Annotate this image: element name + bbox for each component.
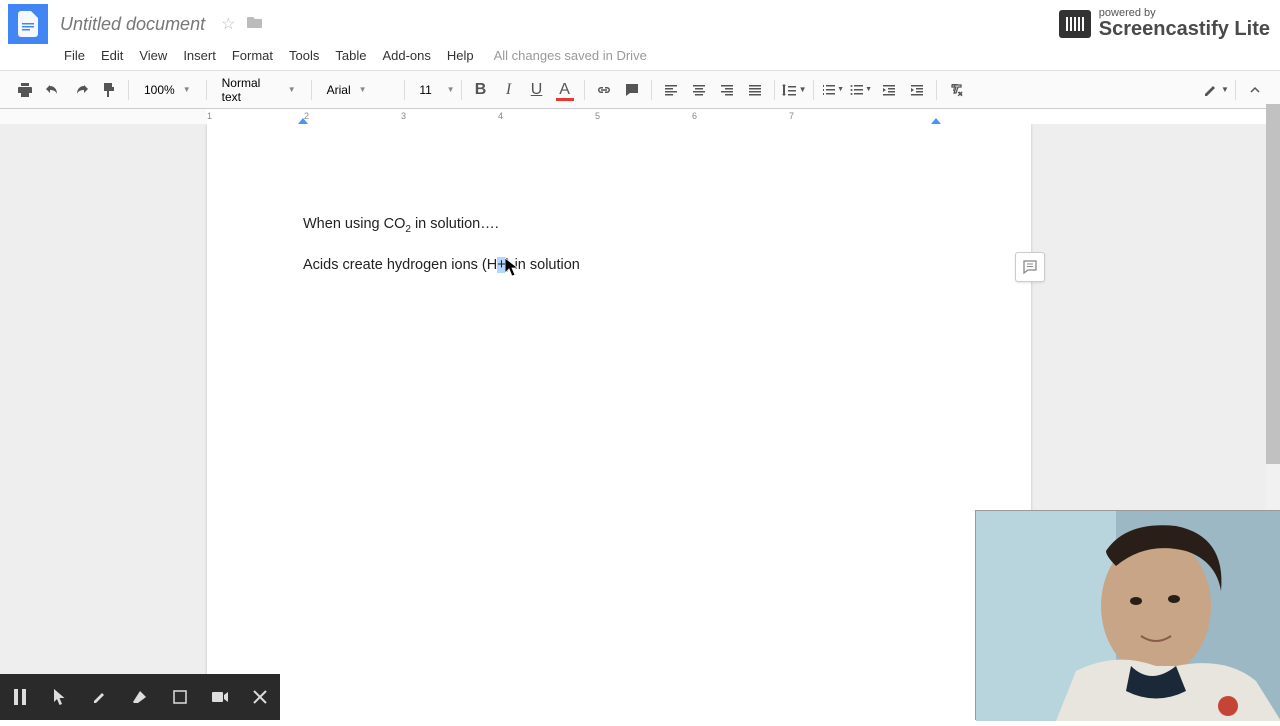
expand-toolbar-icon[interactable] xyxy=(1242,77,1268,103)
text-color-icon[interactable]: A xyxy=(552,77,578,103)
line-spacing-icon[interactable]: ▼ xyxy=(781,77,807,103)
align-center-icon[interactable] xyxy=(686,77,712,103)
folder-icon[interactable] xyxy=(247,15,263,34)
doc-line-1[interactable]: When using CO2 in solution…. xyxy=(303,214,935,237)
menu-file[interactable]: File xyxy=(56,44,93,67)
recording-toolbar xyxy=(0,674,280,720)
add-comment-button[interactable] xyxy=(1015,252,1045,282)
align-left-icon[interactable] xyxy=(658,77,684,103)
eraser-tool-icon[interactable] xyxy=(120,674,160,720)
bold-icon[interactable]: B xyxy=(468,77,494,103)
indent-icon[interactable] xyxy=(904,77,930,103)
clear-formatting-icon[interactable]: T xyxy=(943,77,969,103)
docs-logo[interactable] xyxy=(8,4,48,44)
align-justify-icon[interactable] xyxy=(742,77,768,103)
webcam-toggle-icon[interactable] xyxy=(200,674,240,720)
pause-recording-icon[interactable] xyxy=(0,674,40,720)
ruler: 1 2 3 4 5 6 7 xyxy=(0,109,1280,125)
document-title[interactable]: Untitled document xyxy=(60,14,205,35)
star-icon[interactable]: ☆ xyxy=(221,14,235,34)
close-recording-icon[interactable] xyxy=(240,674,280,720)
toolbar: 100%▼ Normal text▼ Arial▼ ▼ B I U A ▼ ▼ … xyxy=(0,71,1280,109)
underline-icon[interactable]: U xyxy=(524,77,550,103)
menu-edit[interactable]: Edit xyxy=(93,44,131,67)
numbered-list-icon[interactable]: ▼ xyxy=(820,77,846,103)
link-icon[interactable] xyxy=(591,77,617,103)
menu-insert[interactable]: Insert xyxy=(175,44,224,67)
paint-format-icon[interactable] xyxy=(96,77,122,103)
text-selection[interactable]: + xyxy=(497,257,505,273)
print-icon[interactable] xyxy=(12,77,38,103)
focus-tool-icon[interactable] xyxy=(160,674,200,720)
outdent-icon[interactable] xyxy=(876,77,902,103)
menu-format[interactable]: Format xyxy=(224,44,281,67)
doc-line-2[interactable]: Acids create hydrogen ions (H+) in solut… xyxy=(303,255,935,277)
font-size-input[interactable] xyxy=(411,82,441,98)
menu-help[interactable]: Help xyxy=(439,44,482,67)
redo-icon[interactable] xyxy=(68,77,94,103)
pen-tool-icon[interactable] xyxy=(80,674,120,720)
screencastify-watermark: powered by Screencastify Lite xyxy=(1055,6,1274,41)
bullet-list-icon[interactable]: ▼ xyxy=(848,77,874,103)
save-status: All changes saved in Drive xyxy=(494,48,647,63)
menu-table[interactable]: Table xyxy=(327,44,374,67)
menu-addons[interactable]: Add-ons xyxy=(374,44,438,67)
scrollbar-thumb[interactable] xyxy=(1266,104,1280,464)
cursor-tool-icon[interactable] xyxy=(40,674,80,720)
comment-icon[interactable] xyxy=(619,77,645,103)
zoom-select[interactable]: 100%▼ xyxy=(135,77,200,103)
style-select[interactable]: Normal text▼ xyxy=(213,77,305,103)
undo-icon[interactable] xyxy=(40,77,66,103)
italic-icon[interactable]: I xyxy=(496,77,522,103)
align-right-icon[interactable] xyxy=(714,77,740,103)
menu-tools[interactable]: Tools xyxy=(281,44,327,67)
font-select[interactable]: Arial▼ xyxy=(318,77,398,103)
webcam-overlay[interactable] xyxy=(975,510,1280,720)
menu-view[interactable]: View xyxy=(131,44,175,67)
document-page[interactable]: When using CO2 in solution…. Acids creat… xyxy=(207,124,1031,720)
svg-text:T: T xyxy=(951,83,958,94)
editing-mode-icon[interactable]: ▼ xyxy=(1203,77,1229,103)
film-icon xyxy=(1059,10,1091,38)
